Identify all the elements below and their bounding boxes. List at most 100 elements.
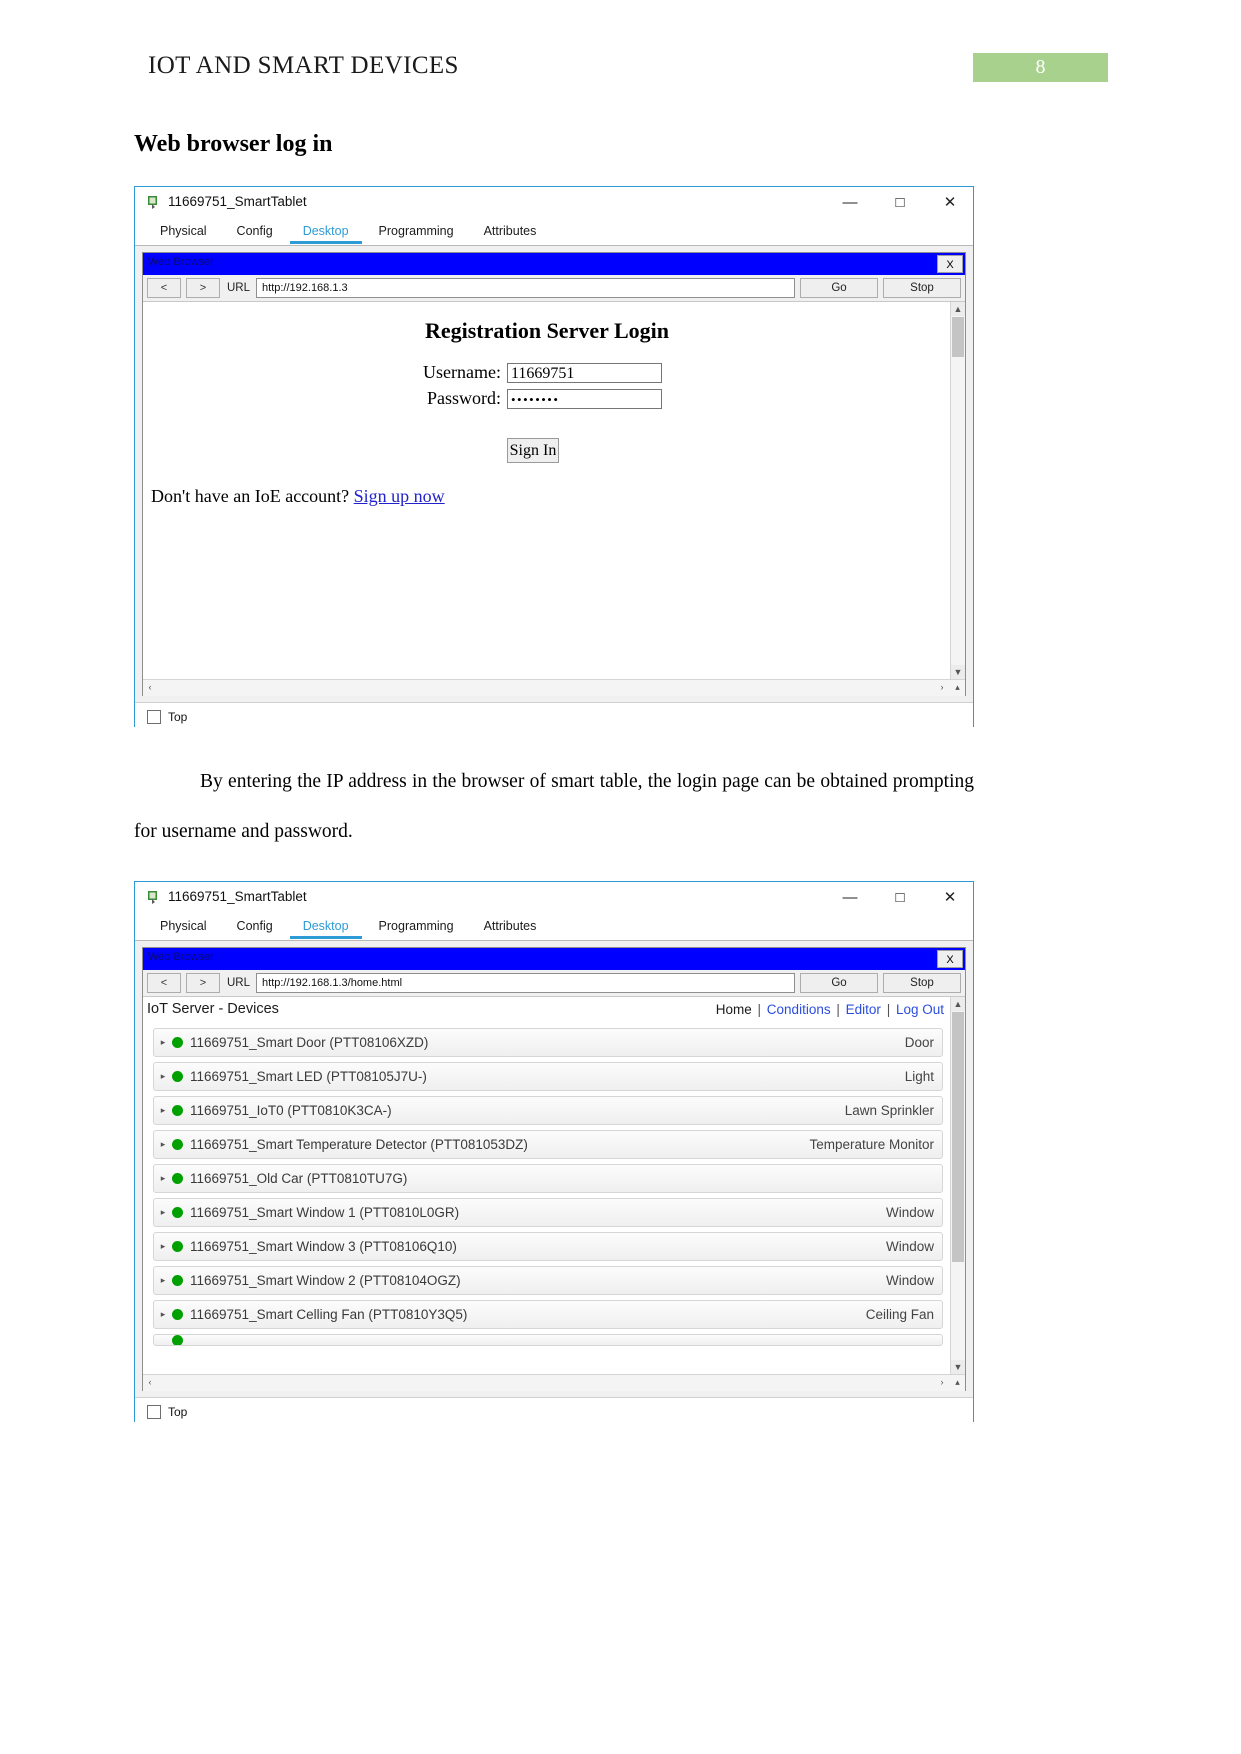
vertical-scrollbar[interactable]: ▲ ▼ [950, 302, 965, 679]
scroll-right-icon[interactable]: › [935, 680, 949, 695]
iot-brand-title: IoT Server - Devices [147, 1001, 279, 1017]
window-footer: Top [135, 702, 973, 731]
go-button[interactable]: Go [800, 278, 878, 298]
expand-caret-icon[interactable]: ▸ [154, 1275, 172, 1286]
scrollbar-thumb[interactable] [952, 317, 964, 357]
list-item-partial[interactable] [153, 1334, 943, 1346]
iot-nav: Home | Conditions | Editor | Log Out ⌃ [716, 1002, 961, 1017]
status-led-icon [172, 1335, 183, 1345]
tab-physical[interactable]: Physical [147, 913, 220, 939]
go-button[interactable]: Go [800, 973, 878, 993]
expand-caret-icon[interactable]: ▸ [154, 1139, 172, 1150]
status-led-icon [172, 1037, 183, 1048]
scroll-up-icon[interactable]: ▲ [951, 302, 965, 316]
device-name: 11669751_Smart LED (PTT08105J7U-) [190, 1069, 427, 1084]
window-titlebar: 11669751_SmartTablet — □ ✕ [135, 187, 973, 218]
sign-up-now-link[interactable]: Sign up now [354, 486, 445, 506]
sign-in-button[interactable]: Sign In [507, 438, 559, 463]
expand-caret-icon[interactable]: ▸ [154, 1037, 172, 1048]
url-input[interactable]: http://192.168.1.3 [256, 278, 795, 298]
nav-editor[interactable]: Editor [846, 1002, 881, 1017]
back-button[interactable]: < [147, 973, 181, 993]
tab-physical[interactable]: Physical [147, 218, 220, 244]
list-item[interactable]: ▸ 11669751_IoT0 (PTT0810K3CA-) Lawn Spri… [153, 1096, 943, 1125]
expand-caret-icon[interactable]: ▸ [154, 1207, 172, 1218]
document-header-title: IOT AND SMART DEVICES [148, 52, 459, 79]
maximize-icon[interactable]: □ [877, 187, 923, 218]
tab-config[interactable]: Config [224, 913, 286, 939]
tab-desktop[interactable]: Desktop [289, 913, 362, 939]
top-checkbox[interactable] [147, 710, 161, 724]
url-label: URL [227, 282, 251, 294]
browser-close-button[interactable]: X [937, 255, 963, 273]
status-led-icon [172, 1173, 183, 1184]
username-input[interactable]: 11669751 [507, 362, 662, 383]
tab-programming[interactable]: Programming [366, 218, 467, 244]
forward-button[interactable]: > [186, 973, 220, 993]
list-item[interactable]: ▸ 11669751_Old Car (PTT0810TU7G) [153, 1164, 943, 1193]
close-icon[interactable]: ✕ [927, 882, 973, 913]
browser-titlebar: Web Browser X [143, 253, 965, 275]
minimize-icon[interactable]: — [827, 882, 873, 913]
password-input[interactable]: •••••••• [507, 388, 662, 409]
device-name: 11669751_Smart Window 3 (PTT08106Q10) [190, 1239, 457, 1254]
device-name: 11669751_Smart Window 1 (PTT0810L0GR) [190, 1205, 460, 1220]
nav-log-out[interactable]: Log Out [896, 1002, 944, 1017]
expand-caret-icon[interactable]: ▸ [154, 1241, 172, 1252]
scroll-right-icon[interactable]: › [935, 1375, 949, 1390]
scrollbar-thumb[interactable] [952, 1012, 964, 1262]
scroll-up-icon[interactable]: ▲ [951, 997, 965, 1011]
top-checkbox[interactable] [147, 1405, 161, 1419]
scroll-down-icon[interactable]: ▼ [951, 1360, 965, 1374]
url-input[interactable]: http://192.168.1.3/home.html [256, 973, 795, 993]
expand-caret-icon[interactable]: ▸ [154, 1105, 172, 1116]
nav-separator: | [836, 1001, 840, 1017]
scroll-down-icon[interactable]: ▼ [951, 665, 965, 679]
expand-caret-icon[interactable]: ▸ [154, 1309, 172, 1320]
horizontal-scrollbar[interactable]: ‹ › ▴ [143, 1374, 965, 1391]
tab-desktop[interactable]: Desktop [289, 218, 362, 244]
browser-close-button[interactable]: X [937, 950, 963, 968]
maximize-icon[interactable]: □ [877, 882, 923, 913]
nav-home[interactable]: Home [716, 1002, 752, 1017]
minimize-icon[interactable]: — [827, 187, 873, 218]
tab-programming[interactable]: Programming [366, 913, 467, 939]
tab-attributes[interactable]: Attributes [471, 913, 550, 939]
expand-caret-icon[interactable]: ▸ [154, 1071, 172, 1082]
expand-caret-icon[interactable]: ▸ [154, 1173, 172, 1184]
scroll-left-icon[interactable]: ‹ [143, 1375, 157, 1390]
list-item[interactable]: ▸ 11669751_Smart LED (PTT08105J7U-) Ligh… [153, 1062, 943, 1091]
device-type: Window [885, 1273, 934, 1288]
device-type: Lawn Sprinkler [844, 1103, 934, 1118]
page-title: Registration Server Login [424, 318, 669, 343]
web-browser-app: Web Browser X < > URL http://192.168.1.3… [142, 947, 966, 1391]
device-type: Light [904, 1069, 934, 1084]
tab-config[interactable]: Config [224, 218, 286, 244]
stop-button[interactable]: Stop [883, 973, 961, 993]
scroll-corner-icon: ▴ [955, 1377, 960, 1387]
close-icon[interactable]: ✕ [927, 187, 973, 218]
list-item[interactable]: ▸ 11669751_Smart Door (PTT08106XZD) Door [153, 1028, 943, 1057]
vertical-scrollbar[interactable]: ▲ ▼ [950, 997, 965, 1374]
window-titlebar: 11669751_SmartTablet — □ ✕ [135, 882, 973, 913]
stop-button[interactable]: Stop [883, 278, 961, 298]
page-number: 8 [1035, 56, 1046, 78]
horizontal-scrollbar[interactable]: ‹ › ▴ [143, 679, 965, 696]
list-item[interactable]: ▸ 11669751_Smart Window 2 (PTT08104OGZ) … [153, 1266, 943, 1295]
window-controls: — □ ✕ [827, 187, 973, 218]
list-item[interactable]: ▸ 11669751_Smart Celling Fan (PTT0810Y3Q… [153, 1300, 943, 1329]
tab-attributes[interactable]: Attributes [471, 218, 550, 244]
back-button[interactable]: < [147, 278, 181, 298]
list-item[interactable]: ▸ 11669751_Smart Window 3 (PTT08106Q10) … [153, 1232, 943, 1261]
web-browser-app: Web Browser X < > URL http://192.168.1.3… [142, 252, 966, 696]
desktop-panel: Web Browser X < > URL http://192.168.1.3… [135, 941, 973, 1397]
nav-separator: | [757, 1001, 762, 1017]
list-item[interactable]: ▸ 11669751_Smart Window 1 (PTT0810L0GR) … [153, 1198, 943, 1227]
status-led-icon [172, 1105, 183, 1116]
username-row: Username: 11669751 [423, 362, 662, 383]
device-type: Door [904, 1035, 934, 1050]
scroll-left-icon[interactable]: ‹ [143, 680, 157, 695]
forward-button[interactable]: > [186, 278, 220, 298]
list-item[interactable]: ▸ 11669751_Smart Temperature Detector (P… [153, 1130, 943, 1159]
nav-conditions[interactable]: Conditions [767, 1002, 831, 1017]
